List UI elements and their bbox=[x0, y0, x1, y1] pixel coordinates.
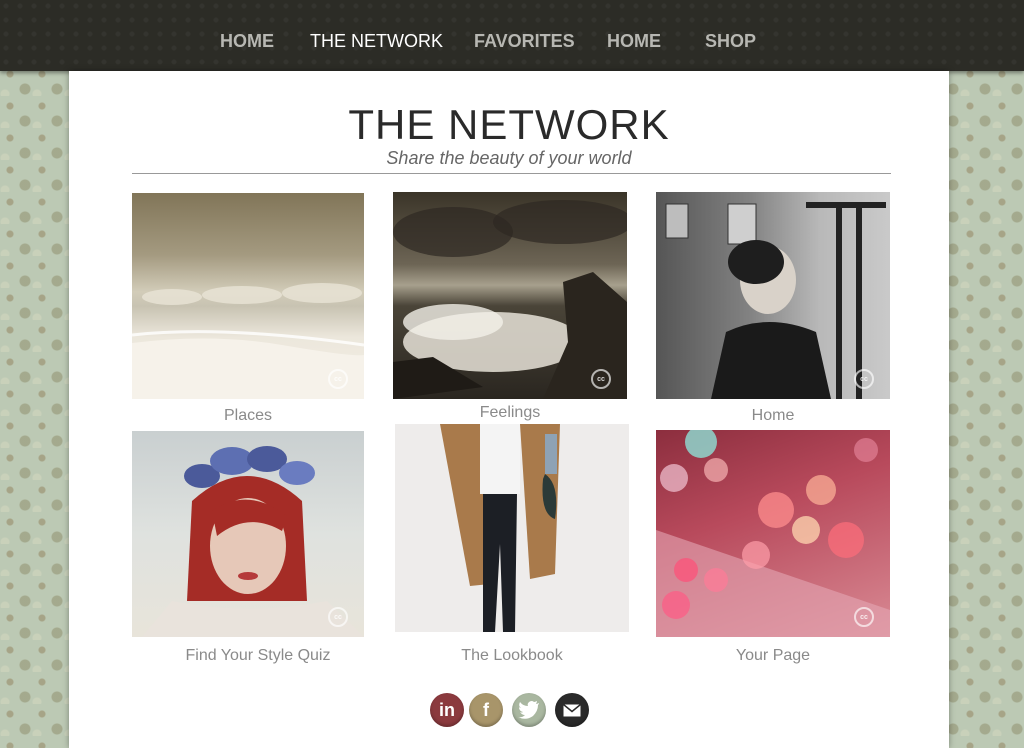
tile-style-quiz-image[interactable]: cc bbox=[132, 431, 364, 637]
tile-your-page-image[interactable]: cc bbox=[656, 430, 890, 637]
nav-home-2[interactable]: HOME bbox=[607, 31, 661, 52]
camel-coat-outfit-photo bbox=[440, 424, 560, 632]
tile-feelings-image[interactable]: cc bbox=[393, 192, 627, 399]
cc-license-icon: cc bbox=[591, 369, 611, 389]
twitter-icon[interactable] bbox=[512, 693, 546, 727]
tile-home-image[interactable]: cc bbox=[656, 192, 890, 399]
cc-license-icon: cc bbox=[328, 607, 348, 627]
nav-the-network[interactable]: THE NETWORK bbox=[310, 31, 443, 52]
facebook-glyph: f bbox=[483, 699, 489, 720]
tile-places-image[interactable]: cc bbox=[132, 193, 364, 399]
flower-crown-portrait bbox=[142, 446, 364, 637]
nav-home[interactable]: HOME bbox=[220, 31, 274, 52]
linkedin-glyph: in bbox=[439, 699, 455, 720]
tile-home-caption[interactable]: Home bbox=[656, 407, 890, 425]
nav-favorites[interactable]: FAVORITES bbox=[474, 31, 575, 52]
envelope-icon bbox=[563, 703, 581, 716]
tile-lookbook-caption[interactable]: The Lookbook bbox=[395, 647, 629, 665]
beach-photo bbox=[132, 283, 364, 399]
title-divider bbox=[132, 173, 891, 174]
tile-lookbook-image[interactable] bbox=[395, 424, 629, 632]
cc-license-icon: cc bbox=[328, 369, 348, 389]
pink-bokeh-photo bbox=[656, 430, 890, 637]
cc-license-icon: cc bbox=[854, 369, 874, 389]
content-panel: THE NETWORK Share the beauty of your wor… bbox=[69, 71, 949, 748]
linkedin-icon[interactable]: in bbox=[430, 693, 464, 727]
cc-license-icon: cc bbox=[854, 607, 874, 627]
page-subtitle: Share the beauty of your world bbox=[386, 148, 632, 168]
tile-style-quiz-caption[interactable]: Find Your Style Quiz bbox=[132, 647, 384, 665]
tile-places-caption[interactable]: Places bbox=[132, 407, 364, 425]
top-navigation-bar: HOME THE NETWORK FAVORITES HOME SHOP bbox=[0, 0, 1024, 71]
stormy-sea-photo bbox=[393, 200, 627, 399]
page-title: THE NETWORK bbox=[348, 101, 670, 148]
facebook-icon[interactable]: f bbox=[469, 693, 503, 727]
twitter-bird-icon bbox=[518, 701, 539, 719]
email-icon[interactable] bbox=[555, 693, 589, 727]
woman-cafe-photo bbox=[656, 192, 890, 399]
tile-feelings-caption[interactable]: Feelings bbox=[393, 404, 627, 422]
tile-your-page-caption[interactable]: Your Page bbox=[656, 647, 890, 665]
nav-shop[interactable]: SHOP bbox=[705, 31, 756, 52]
